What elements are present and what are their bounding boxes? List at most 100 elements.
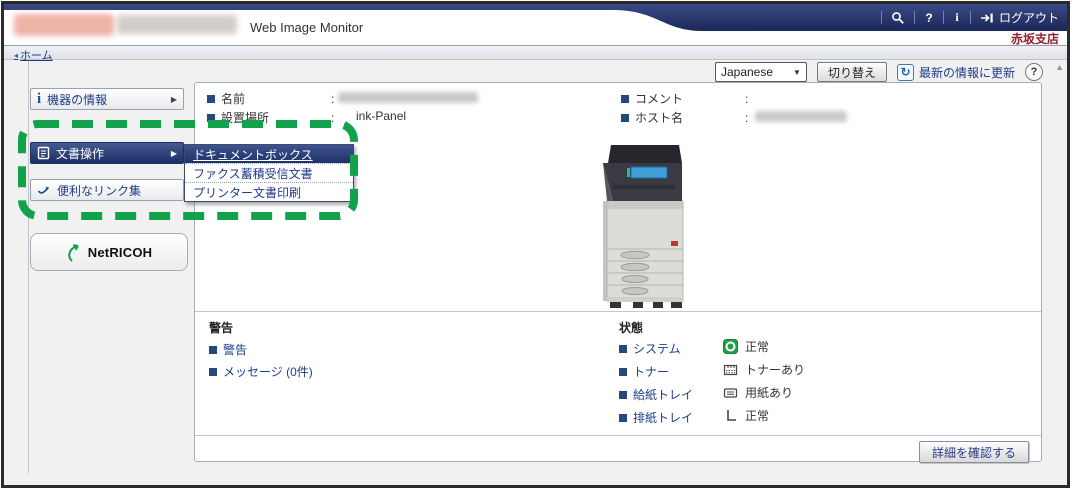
refresh-link[interactable]: ↻ 最新の情報に更新: [897, 64, 1015, 81]
paper-tray-icon: [723, 385, 738, 400]
status-value-text: 用紙あり: [745, 384, 793, 401]
bullet-square: [209, 368, 217, 376]
separator: [914, 11, 915, 24]
section-divider: [195, 311, 1041, 312]
blurred-logo: [14, 14, 114, 36]
main-panel: 名前 : 設置場所 : ink-Panel コメント : ホスト名 :: [194, 82, 1042, 462]
status-value-text: 正常: [745, 407, 769, 424]
netricoh-button[interactable]: NetRICOH: [30, 233, 188, 271]
submenu-arrow-icon: ▶: [171, 95, 177, 104]
sidebar-item-useful-links[interactable]: 便利なリンク集: [30, 179, 184, 201]
page-help-icon[interactable]: ?: [1025, 63, 1043, 81]
status-toner-link[interactable]: トナー: [619, 363, 669, 380]
submenu-item-document-box[interactable]: ドキュメントボックス: [185, 145, 353, 163]
switch-language-button[interactable]: 切り替え: [817, 62, 887, 82]
device-location-label: 設置場所: [221, 109, 331, 126]
status-input-tray-value: 用紙あり: [723, 384, 793, 401]
status-toner-value: トナーあり: [723, 361, 805, 378]
device-hostname-row: ホスト名 :: [621, 109, 748, 126]
colon: :: [745, 111, 748, 125]
language-select[interactable]: Japanese ▼: [715, 62, 807, 82]
status-system-link[interactable]: システム: [619, 340, 681, 357]
bullet-square: [619, 368, 627, 376]
breadcrumb-home-label: ホーム: [20, 47, 53, 63]
sidebar-item-document-ops[interactable]: 文書操作 ▶: [30, 142, 184, 164]
device-info-icon: i: [37, 92, 41, 107]
toolbar: Japanese ▼ 切り替え ↻ 最新の情報に更新 ?: [715, 61, 1043, 83]
logout-icon: [980, 12, 994, 24]
toner-gauge-icon: [723, 362, 738, 377]
header: Web Image Monitor ? i ログアウト 赤坂支店: [4, 4, 1067, 45]
bullet-square: [619, 414, 627, 422]
colon: :: [331, 111, 334, 125]
status-label: システム: [633, 340, 681, 357]
help-icon[interactable]: ?: [924, 11, 934, 25]
status-ok-icon: [723, 339, 738, 354]
device-comment-row: コメント :: [621, 90, 748, 107]
submenu-item-printer-print[interactable]: プリンター文書印刷: [185, 182, 353, 201]
sidebar-item-label: 文書操作: [56, 145, 104, 162]
scrollbar-up-icon[interactable]: ▲: [1055, 62, 1064, 72]
message-link-label: メッセージ (0件): [223, 363, 313, 380]
chevron-down-icon: ▼: [793, 68, 801, 77]
check-details-button[interactable]: 詳細を確認する: [919, 441, 1029, 463]
header-icon-bar: ? i ログアウト: [881, 7, 1059, 28]
document-icon: [37, 146, 50, 160]
device-name-label: 名前: [221, 90, 331, 107]
colon: :: [331, 92, 334, 106]
message-link[interactable]: メッセージ (0件): [209, 363, 313, 380]
refresh-label: 最新の情報に更新: [919, 64, 1015, 81]
alert-section-heading: 警告: [209, 319, 233, 336]
netricoh-swoosh-icon: [66, 241, 86, 263]
status-section-heading: 状態: [619, 319, 643, 336]
bullet-square: [207, 95, 215, 103]
bullet-square: [619, 345, 627, 353]
logout-button[interactable]: ログアウト: [980, 9, 1059, 26]
device-hostname-value-blurred: [755, 111, 847, 122]
alert-link[interactable]: 警告: [209, 341, 247, 358]
separator: [970, 11, 971, 24]
sidebar-item-device-info[interactable]: i 機器の情報 ▶: [30, 88, 184, 110]
status-system-value: 正常: [723, 338, 769, 355]
separator: [881, 11, 882, 24]
sidebar-item-label: 機器の情報: [47, 91, 107, 108]
search-icon[interactable]: [891, 11, 905, 25]
bullet-square: [621, 95, 629, 103]
printer-image: [583, 141, 713, 314]
status-value-text: 正常: [745, 338, 769, 355]
alert-link-label: 警告: [223, 341, 247, 358]
bullet-square: [619, 391, 627, 399]
sidebar-divider-line: [28, 61, 29, 473]
submenu-item-fax-received[interactable]: ファクス蓄積受信文書: [185, 163, 353, 182]
breadcrumb-home-link[interactable]: ◂ ホーム: [14, 47, 53, 63]
separator: [943, 11, 944, 24]
logout-label: ログアウト: [999, 9, 1059, 26]
device-location-value-tail: ink-Panel: [356, 109, 406, 123]
status-output-tray-link[interactable]: 排紙トレイ: [619, 409, 693, 426]
netricoh-label: NetRICOH: [88, 245, 152, 260]
sidebar-item-label: 便利なリンク集: [57, 182, 141, 199]
document-ops-submenu: ドキュメントボックス ファクス蓄積受信文書 プリンター文書印刷: [184, 144, 354, 202]
output-tray-icon: [723, 408, 738, 423]
back-triangle-icon: ◂: [14, 51, 18, 60]
status-output-tray-value: 正常: [723, 407, 769, 424]
bullet-square: [207, 114, 215, 122]
status-label: 排紙トレイ: [633, 409, 693, 426]
app-title: Web Image Monitor: [250, 20, 363, 35]
submenu-arrow-icon: ▶: [171, 149, 177, 158]
info-icon[interactable]: i: [953, 10, 961, 25]
device-hostname-label: ホスト名: [635, 109, 745, 126]
browser-frame: Web Image Monitor ? i ログアウト 赤坂支店: [1, 1, 1070, 488]
device-comment-label: コメント: [635, 90, 745, 107]
bullet-square: [621, 114, 629, 122]
screenshot-stage: Web Image Monitor ? i ログアウト 赤坂支店: [0, 0, 1075, 493]
device-name-row: 名前 :: [207, 90, 334, 107]
refresh-icon: ↻: [897, 64, 914, 81]
status-input-tray-link[interactable]: 給紙トレイ: [619, 386, 693, 403]
section-divider: [195, 435, 1041, 436]
blurred-device-model: [117, 15, 237, 34]
status-label: 給紙トレイ: [633, 386, 693, 403]
colon: :: [745, 92, 748, 106]
device-location-row: 設置場所 :: [207, 109, 334, 126]
status-value-text: トナーあり: [745, 361, 805, 378]
